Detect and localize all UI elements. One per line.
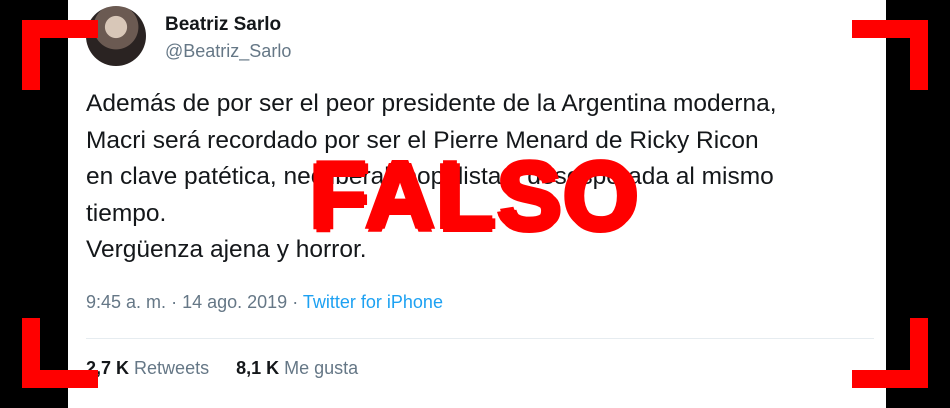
author-name[interactable]: Beatriz Sarlo — [165, 14, 281, 36]
tweet-source-link[interactable]: Twitter for iPhone — [303, 292, 443, 312]
likes-stat[interactable]: 8,1 K Me gusta — [236, 358, 358, 378]
falso-stamp: FALSO — [309, 143, 640, 250]
tweet-text-line: Además de por ser el peor presidente de … — [86, 90, 777, 117]
retweets-label: Retweets — [134, 358, 210, 378]
divider — [86, 338, 874, 339]
meta-separator: · — [292, 292, 299, 312]
tweet-date[interactable]: 14 ago. 2019 — [182, 292, 287, 312]
tweet-meta: 9:45 a. m. · 14 ago. 2019 · Twitter for … — [86, 292, 443, 313]
likes-count: 8,1 K — [236, 358, 280, 378]
retweets-stat[interactable]: 2,7 K Retweets — [86, 358, 209, 378]
tweet-time[interactable]: 9:45 a. m. — [86, 292, 166, 312]
likes-label: Me gusta — [284, 358, 359, 378]
tweet-stats: 2,7 K Retweets 8,1 K Me gusta — [86, 358, 358, 379]
meta-separator: · — [171, 292, 178, 312]
author-handle[interactable]: @Beatriz_Sarlo — [165, 41, 291, 62]
